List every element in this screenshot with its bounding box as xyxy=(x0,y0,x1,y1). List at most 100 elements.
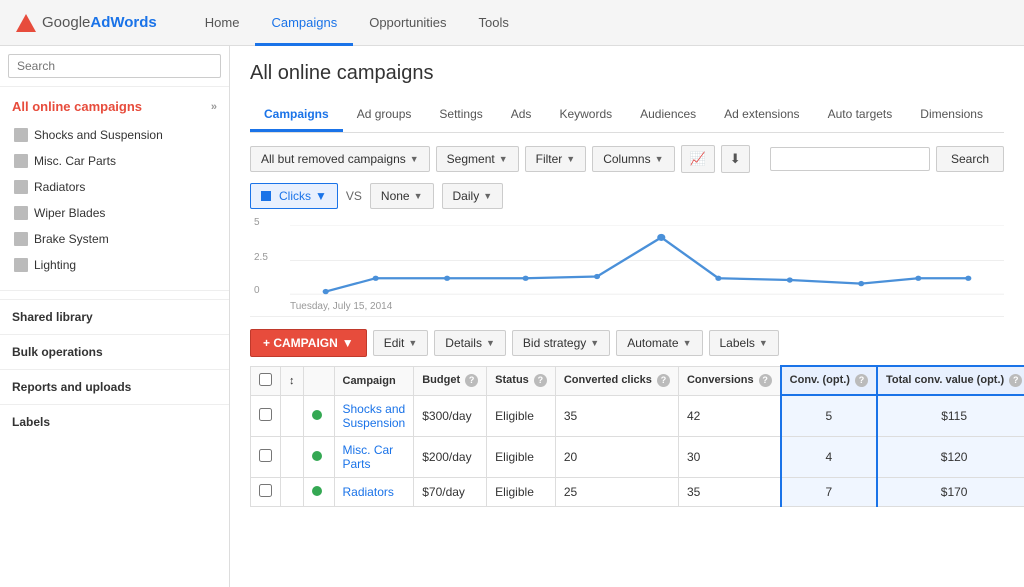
budget-cell: $300/day xyxy=(414,395,487,436)
sidebar-item-label: Brake System xyxy=(34,232,109,246)
tab-ad-extensions[interactable]: Ad extensions xyxy=(710,99,813,132)
chart-view-button[interactable]: 📈 xyxy=(681,145,715,173)
nav-home[interactable]: Home xyxy=(189,0,256,46)
sidebar-bulk-operations[interactable]: Bulk operations xyxy=(0,334,229,369)
campaigns-table: ↕ Campaign Budget ? Status ? xyxy=(250,365,1024,507)
sidebar-section: All online campaigns » Shocks and Suspen… xyxy=(0,87,229,282)
sidebar-all-campaigns[interactable]: All online campaigns » xyxy=(0,91,229,122)
row-checkbox[interactable] xyxy=(259,449,272,462)
main-layout: All online campaigns » Shocks and Suspen… xyxy=(0,46,1024,587)
tab-display[interactable]: Displ... xyxy=(997,99,1004,132)
search-button[interactable]: Search xyxy=(936,146,1004,172)
sidebar-item-lighting[interactable]: Lighting xyxy=(0,252,229,278)
nav-tools[interactable]: Tools xyxy=(463,0,525,46)
conv-opt-header: Conv. (opt.) ? xyxy=(781,366,877,395)
conv-opt-cell: 5 xyxy=(781,395,877,436)
conversions-cell: 35 xyxy=(678,477,780,506)
row-checkbox-cell xyxy=(251,436,281,477)
page-title: All online campaigns xyxy=(250,62,1004,85)
sidebar-item-label: Wiper Blades xyxy=(34,206,105,220)
row-status-cell xyxy=(303,477,334,506)
tab-audiences[interactable]: Audiences xyxy=(626,99,710,132)
sidebar-shared-library[interactable]: Shared library xyxy=(0,299,229,334)
tab-keywords[interactable]: Keywords xyxy=(545,99,626,132)
total-conv-value-help-icon[interactable]: ? xyxy=(1009,374,1022,387)
select-all-checkbox[interactable] xyxy=(259,373,272,386)
sidebar-divider xyxy=(0,290,229,291)
campaign-header: Campaign xyxy=(334,366,414,395)
sidebar-search-input[interactable] xyxy=(8,54,221,78)
sidebar-item-wiper[interactable]: Wiper Blades xyxy=(0,200,229,226)
total-conv-value-cell: $170 xyxy=(877,477,1024,506)
nav-campaigns[interactable]: Campaigns xyxy=(255,0,353,46)
tab-campaigns[interactable]: Campaigns xyxy=(250,99,343,132)
sidebar-item-label: Misc. Car Parts xyxy=(34,154,116,168)
filter-button[interactable]: Filter ▼ xyxy=(525,146,587,172)
tab-bar: Campaigns Ad groups Settings Ads Keyword… xyxy=(250,99,1004,133)
compare-button[interactable]: None ▼ xyxy=(370,183,434,209)
filter-label: Filter xyxy=(536,152,563,166)
sidebar: All online campaigns » Shocks and Suspen… xyxy=(0,46,230,587)
tab-auto-targets[interactable]: Auto targets xyxy=(814,99,907,132)
sidebar-labels[interactable]: Labels xyxy=(0,404,229,439)
row-checkbox-cell xyxy=(251,395,281,436)
conversions-cell: 30 xyxy=(678,436,780,477)
vs-text: VS xyxy=(346,189,362,203)
chart-date-label: Tuesday, July 15, 2014 xyxy=(290,301,392,312)
total-conv-value-cell: $115 xyxy=(877,395,1024,436)
download-button[interactable]: ⬇ xyxy=(721,145,750,173)
row-checkbox[interactable] xyxy=(259,408,272,421)
toolbar-row: All but removed campaigns ▼ Segment ▼ Fi… xyxy=(250,145,1004,173)
campaign-link[interactable]: Misc. Car Parts xyxy=(343,443,394,471)
metric-clicks-button[interactable]: Clicks ▼ xyxy=(250,183,338,209)
dropdown-caret-icon: ▼ xyxy=(486,338,495,348)
status-dot xyxy=(312,451,322,461)
bid-strategy-label: Bid strategy xyxy=(523,336,586,350)
labels-button[interactable]: Labels ▼ xyxy=(709,330,779,356)
budget-cell: $200/day xyxy=(414,436,487,477)
details-button[interactable]: Details ▼ xyxy=(434,330,506,356)
edit-button[interactable]: Edit ▼ xyxy=(373,330,429,356)
row-status-cell xyxy=(303,395,334,436)
row-checkbox-cell xyxy=(251,477,281,506)
sidebar-reports[interactable]: Reports and uploads xyxy=(0,369,229,404)
tab-ad-groups[interactable]: Ad groups xyxy=(343,99,426,132)
add-campaign-label: + CAMPAIGN xyxy=(263,336,338,350)
automate-button[interactable]: Automate ▼ xyxy=(616,330,702,356)
y-label-0: 0 xyxy=(254,285,260,296)
row-checkbox[interactable] xyxy=(259,484,272,497)
status-dot xyxy=(312,486,322,496)
segment-button[interactable]: Segment ▼ xyxy=(436,146,519,172)
top-navigation: Google AdWords Home Campaigns Opportunit… xyxy=(0,0,1024,46)
converted-clicks-help-icon[interactable]: ? xyxy=(657,374,670,387)
sort-icon-header: ↕ xyxy=(281,366,304,395)
nav-opportunities[interactable]: Opportunities xyxy=(353,0,462,46)
table-row: Radiators $70/day Eligible 25 35 7 $170 … xyxy=(251,477,1024,506)
budget-help-icon[interactable]: ? xyxy=(465,374,478,387)
tab-dimensions[interactable]: Dimensions xyxy=(906,99,997,132)
sidebar-item-label: Shocks and Suspension xyxy=(34,128,163,142)
columns-button[interactable]: Columns ▼ xyxy=(592,146,674,172)
sidebar-item-misc[interactable]: Misc. Car Parts xyxy=(0,148,229,174)
search-input[interactable] xyxy=(770,147,930,171)
conversions-help-icon[interactable]: ? xyxy=(759,374,772,387)
sidebar-item-shocks[interactable]: Shocks and Suspension xyxy=(0,122,229,148)
bid-strategy-button[interactable]: Bid strategy ▼ xyxy=(512,330,610,356)
sidebar-item-brake[interactable]: Brake System xyxy=(0,226,229,252)
sidebar-item-radiators[interactable]: Radiators xyxy=(0,174,229,200)
campaign-link[interactable]: Radiators xyxy=(343,485,394,499)
filter-campaigns-label: All but removed campaigns xyxy=(261,152,406,166)
tab-ads[interactable]: Ads xyxy=(497,99,546,132)
metric-label: Clicks xyxy=(279,189,311,203)
period-button[interactable]: Daily ▼ xyxy=(442,183,504,209)
dropdown-caret-icon: ▼ xyxy=(499,154,508,164)
filter-campaigns-button[interactable]: All but removed campaigns ▼ xyxy=(250,146,430,172)
conv-opt-help-icon[interactable]: ? xyxy=(855,374,868,387)
add-campaign-button[interactable]: + CAMPAIGN ▼ xyxy=(250,329,367,357)
logo: Google AdWords xyxy=(16,14,157,32)
dropdown-caret-icon: ▼ xyxy=(683,338,692,348)
dropdown-caret-icon: ▼ xyxy=(408,338,417,348)
campaign-link[interactable]: Shocks and Suspension xyxy=(343,402,406,430)
tab-settings[interactable]: Settings xyxy=(425,99,496,132)
status-help-icon[interactable]: ? xyxy=(534,374,547,387)
